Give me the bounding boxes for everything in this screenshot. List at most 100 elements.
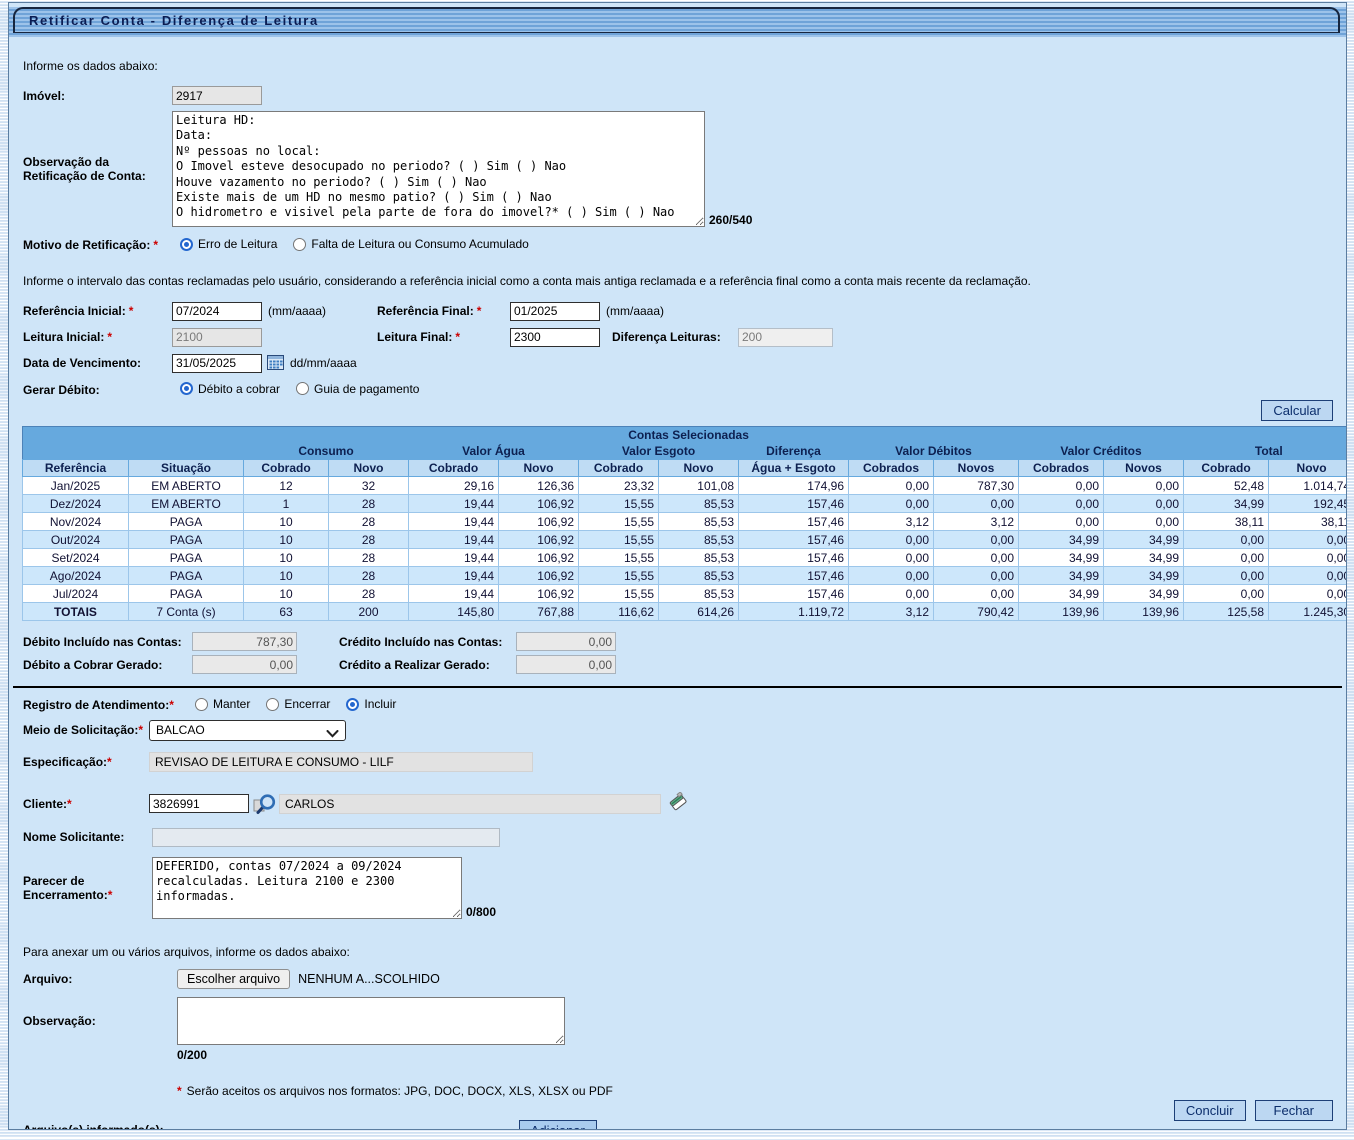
gerar-debito-radio-group: Débito a cobrar Guia de pagamento [180, 382, 435, 399]
group-consumo: Consumo [244, 443, 409, 460]
titlebar: Retificar Conta - Diferença de Leitura [9, 7, 1346, 37]
table-row: Jul/2024PAGA102819,44106,9215,5585,53157… [23, 585, 1348, 603]
table-cell: 614,26 [659, 603, 739, 621]
parecer-textarea[interactable]: DEFERIDO, contas 07/2024 a 09/2024 recal… [152, 857, 462, 919]
radio-option[interactable]: Débito a cobrar [180, 382, 280, 396]
chevron-down-icon [326, 727, 339, 741]
radio-option[interactable]: Encerrar [266, 697, 330, 711]
arquivos-informados-row: Arquivo(s) informado(s): Adicionar [9, 1120, 1346, 1131]
table-row: Out/2024PAGA102819,44106,9215,5585,53157… [23, 531, 1348, 549]
radio-option[interactable]: Guia de pagamento [296, 382, 419, 396]
calendar-icon[interactable] [267, 354, 284, 373]
cliente-code-input[interactable] [149, 794, 249, 813]
table-cell: 19,44 [409, 513, 499, 531]
motivo-label: Motivo de Retificação:* [23, 238, 180, 252]
radio-option[interactable]: Falta de Leitura ou Consumo Acumulado [293, 237, 528, 251]
table-row: Set/2024PAGA102819,44106,9215,5585,53157… [23, 549, 1348, 567]
radio-icon[interactable] [296, 382, 309, 395]
concluir-button[interactable]: Concluir [1174, 1100, 1246, 1121]
table-cell: 0,00 [1269, 531, 1348, 549]
table-cell: 28 [329, 495, 409, 513]
calcular-button[interactable]: Calcular [1261, 400, 1333, 421]
intervalo-note-row: Informe o intervalo das contas reclamada… [9, 274, 1346, 288]
radio-icon[interactable] [180, 238, 193, 251]
adicionar-button[interactable]: Adicionar [519, 1120, 597, 1131]
meio-solicitacao-select[interactable]: BALCAO [149, 720, 346, 741]
table-cell: Set/2024 [23, 549, 129, 567]
table-cell: Nov/2024 [23, 513, 129, 531]
table-cell: 0,00 [1184, 585, 1269, 603]
table-cell: 85,53 [659, 585, 739, 603]
table-cell: 34,99 [1019, 585, 1104, 603]
table-cell: 106,92 [499, 531, 579, 549]
parecer-wrap: DEFERIDO, contas 07/2024 a 09/2024 recal… [152, 857, 496, 919]
arquivo-row: Arquivo: Escolher arquivo NENHUM A...SCO… [9, 969, 1346, 989]
debito-cobrar-field [192, 655, 297, 674]
table-cell: 19,44 [409, 585, 499, 603]
leitura-final-input[interactable] [510, 328, 600, 347]
col-consumo-cobrado: Cobrado [244, 460, 329, 477]
eraser-icon[interactable] [668, 792, 688, 815]
referencia-inicial-label: Referência Inicial:* [23, 304, 172, 318]
table-totals-row: TOTAIS7 Conta (s)63200145,80767,88116,62… [23, 603, 1348, 621]
table-cell: 19,44 [409, 549, 499, 567]
table-cell: 34,99 [1104, 585, 1184, 603]
table-cell: 10 [244, 531, 329, 549]
referencia-final-label: Referência Final:* [377, 304, 510, 318]
referencia-inicial-input[interactable] [172, 302, 262, 321]
radio-option[interactable]: Incluir [346, 697, 396, 711]
meio-solicitacao-row: Meio de Solicitação:* BALCAO [9, 720, 1346, 741]
fechar-button[interactable]: Fechar [1255, 1100, 1333, 1121]
formats-note-row: * Serão aceitos os arquivos nos formatos… [9, 1084, 1346, 1098]
table-cell: 3,12 [849, 603, 934, 621]
group-valor-creditos: Valor Créditos [1019, 443, 1184, 460]
radio-label: Falta de Leitura ou Consumo Acumulado [311, 237, 528, 251]
table-cell: TOTAIS [23, 603, 129, 621]
col-total-cobrado: Cobrado [1184, 460, 1269, 477]
col-debitos-cobrados: Cobrados [849, 460, 934, 477]
table-cell: 52,48 [1184, 477, 1269, 495]
table-cell: 34,99 [1104, 567, 1184, 585]
anexo-observacao-label: Observação: [23, 1014, 177, 1028]
table-cell: 10 [244, 567, 329, 585]
table-cell: 0,00 [1104, 513, 1184, 531]
anexo-observacao-textarea[interactable] [177, 997, 565, 1045]
radio-icon[interactable] [266, 698, 279, 711]
search-icon[interactable] [253, 794, 277, 818]
table-cell: 85,53 [659, 531, 739, 549]
observacao-textarea[interactable]: Leitura HD: Data: Nº pessoas no local: O… [172, 111, 705, 227]
radio-icon[interactable] [195, 698, 208, 711]
table-cell: EM ABERTO [129, 477, 244, 495]
referencia-row: Referência Inicial:* (mm/aaaa) Referênci… [9, 302, 1346, 321]
referencia-final-input[interactable] [510, 302, 600, 321]
debito-cobrar-label: Débito a Cobrar Gerado: [23, 658, 192, 672]
nome-solicitante-label: Nome Solicitante: [23, 830, 152, 844]
table-row: Ago/2024PAGA102819,44106,9215,5585,53157… [23, 567, 1348, 585]
radio-icon[interactable] [346, 698, 359, 711]
table-cell: 157,46 [739, 513, 849, 531]
table-cell: 15,55 [579, 513, 659, 531]
radio-icon[interactable] [180, 382, 193, 395]
referencia-final-hint: (mm/aaaa) [606, 304, 664, 318]
table-cell: 34,99 [1104, 549, 1184, 567]
table-cell: 34,99 [1184, 495, 1269, 513]
table-cell: 85,53 [659, 513, 739, 531]
debito-incluido-field [192, 632, 297, 651]
escolher-arquivo-button[interactable]: Escolher arquivo [177, 969, 290, 989]
radio-icon[interactable] [293, 238, 306, 251]
data-vencimento-input[interactable] [172, 354, 262, 373]
col-total-novo: Novo [1269, 460, 1348, 477]
nome-solicitante-input[interactable] [152, 828, 500, 847]
table-cell: 15,55 [579, 567, 659, 585]
arquivo-label: Arquivo: [23, 972, 177, 986]
radio-option[interactable]: Manter [195, 697, 250, 711]
table-cell: 106,92 [499, 567, 579, 585]
table-cell: 101,08 [659, 477, 739, 495]
col-agua-esgoto: Água + Esgoto [739, 460, 849, 477]
table-cell: 85,53 [659, 567, 739, 585]
credito-realizar-field [516, 655, 616, 674]
radio-option[interactable]: Erro de Leitura [180, 237, 277, 251]
table-cell: 7 Conta (s) [129, 603, 244, 621]
group-total: Total [1184, 443, 1348, 460]
col-consumo-novo: Novo [329, 460, 409, 477]
